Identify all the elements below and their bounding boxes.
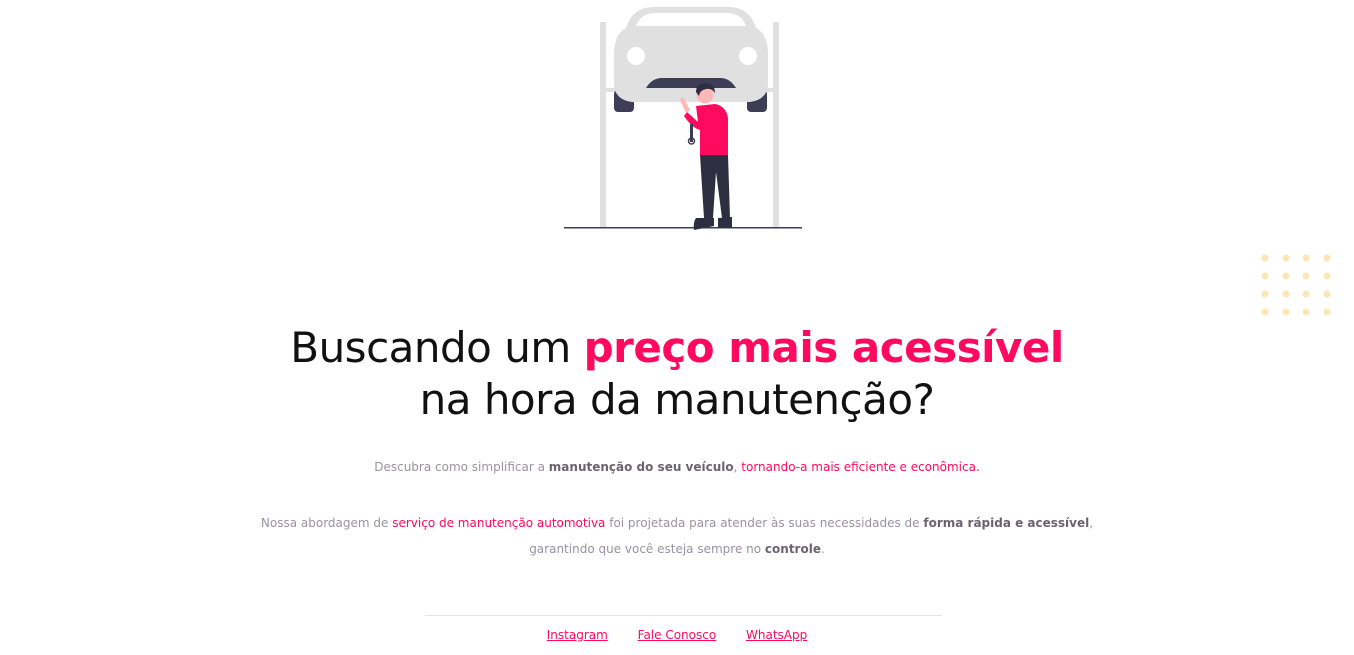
mechanic-car-lift-illustration-icon xyxy=(564,7,802,230)
approach-text-2: foi projetada para atender às suas neces… xyxy=(605,516,924,530)
footer-divider xyxy=(425,615,942,616)
approach-paragraph: Nossa abordagem de serviço de manutenção… xyxy=(0,510,1354,562)
headline-line2: na hora da manutenção? xyxy=(419,375,935,424)
headline-highlight: preço mais acessível xyxy=(583,323,1065,372)
intro-bold: manutenção do seu veículo xyxy=(548,460,734,474)
headline-part1: Buscando um xyxy=(290,323,584,372)
approach-highlight: serviço de manutenção automotiva xyxy=(392,516,606,530)
intro-paragraph: Descubra como simplificar a manutenção d… xyxy=(0,459,1354,475)
approach-bold-2: controle xyxy=(764,542,821,556)
footer-link-whatsapp[interactable]: WhatsApp xyxy=(746,628,807,642)
footer-link-instagram[interactable]: Instagram xyxy=(547,628,608,642)
footer-links: Instagram Fale Conosco WhatsApp xyxy=(0,628,1354,642)
intro-highlight: tornando-a mais eficiente e econômica. xyxy=(741,460,980,474)
footer-link-contact[interactable]: Fale Conosco xyxy=(638,628,717,642)
intro-text: Descubra como simplificar a xyxy=(374,460,549,474)
approach-bold: forma rápida e acessível xyxy=(923,516,1090,530)
page-headline: Buscando um preço mais acessível na hora… xyxy=(0,322,1354,426)
approach-comma: , xyxy=(1089,516,1094,530)
approach-period: . xyxy=(820,542,825,556)
approach-text: Nossa abordagem de xyxy=(260,516,393,530)
approach-text-3: garantindo que você esteja sempre no xyxy=(529,542,765,556)
dot-grid-decoration-icon xyxy=(1261,254,1331,316)
